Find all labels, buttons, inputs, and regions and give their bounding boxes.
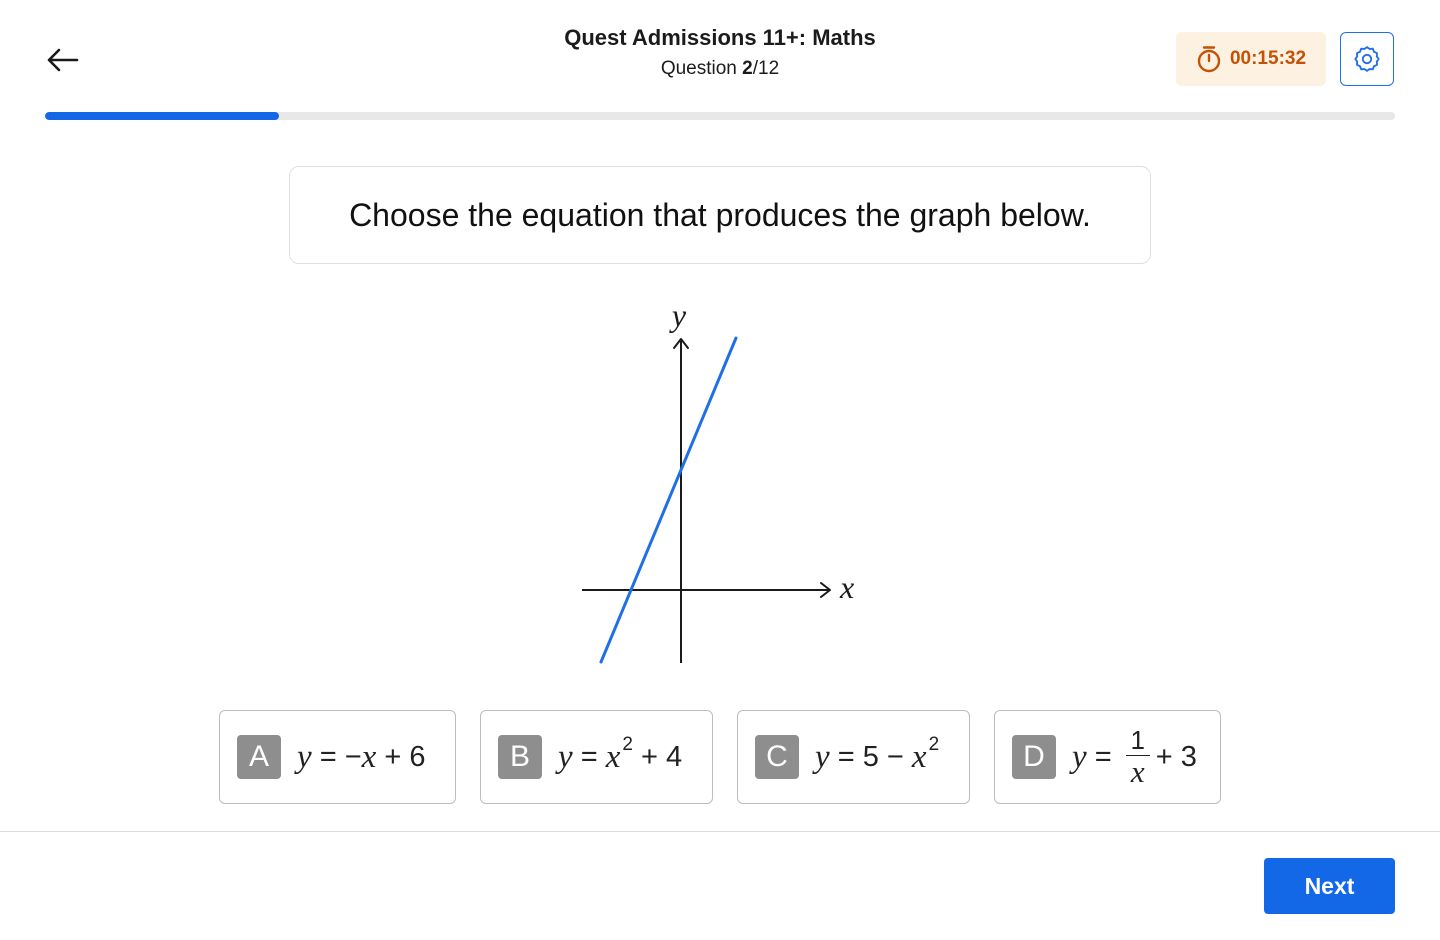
progress-bar-fill xyxy=(45,112,280,120)
choice-a-equation: y = − x + 6 xyxy=(297,739,426,776)
choice-c-lead: 5 − xyxy=(862,740,912,773)
choice-c-equals: = xyxy=(829,740,863,773)
choice-a-minus: − xyxy=(344,740,362,773)
footer-divider xyxy=(0,831,1440,832)
question-counter: Question 2/12 xyxy=(420,56,1020,82)
choice-b[interactable]: B y = x2 + 4 xyxy=(480,710,713,804)
choice-d-numerator: 1 xyxy=(1130,724,1145,755)
timer-badge: 00:15:32 xyxy=(1176,32,1326,86)
choice-b-rest: + 4 xyxy=(632,740,683,773)
graph: y x xyxy=(582,297,854,664)
choice-a-equals: = xyxy=(311,740,345,773)
choice-a-rest: + 6 xyxy=(376,740,426,773)
arrow-left-icon xyxy=(47,48,79,72)
x-axis-label: x xyxy=(839,569,854,605)
choice-c-exponent: 2 xyxy=(928,734,940,755)
settings-button[interactable] xyxy=(1340,32,1394,86)
choice-a-letter: A xyxy=(237,735,281,779)
choice-d-denominator: x xyxy=(1130,754,1145,790)
graph-line xyxy=(599,336,738,664)
choice-b-y: y xyxy=(558,738,573,775)
gear-icon xyxy=(1354,46,1380,72)
choice-d[interactable]: D y = 1 x + 3 xyxy=(994,710,1221,804)
choice-c-x: x xyxy=(911,738,927,775)
choice-a[interactable]: A y = − x + 6 xyxy=(219,710,456,804)
choice-c-y: y xyxy=(815,738,830,775)
choice-b-exponent: 2 xyxy=(622,734,633,755)
choice-a-x: x xyxy=(361,738,377,775)
choice-b-letter: B xyxy=(498,735,542,779)
choice-d-y: y xyxy=(1072,738,1087,775)
question-prompt-box: Choose the equation that produces the gr… xyxy=(289,166,1151,264)
stopwatch-icon xyxy=(1197,46,1221,73)
choice-b-x: x xyxy=(605,738,621,775)
question-counter-prefix: Question xyxy=(660,58,743,79)
choice-d-fraction: 1 x xyxy=(1125,724,1150,790)
question-counter-total: /12 xyxy=(752,58,780,79)
back-button[interactable] xyxy=(40,40,84,80)
choice-c[interactable]: C y = 5 − x2 xyxy=(737,710,970,804)
choice-d-letter: D xyxy=(1012,735,1056,779)
choice-c-letter: C xyxy=(755,735,799,779)
next-button[interactable]: Next xyxy=(1264,858,1395,914)
choice-b-equals: = xyxy=(572,740,606,773)
choice-d-equation: y = 1 x + 3 xyxy=(1072,727,1197,788)
timer-value: 00:15:32 xyxy=(1229,48,1307,69)
choice-d-equals: = xyxy=(1086,740,1120,773)
choice-d-rest: + 3 xyxy=(1155,740,1197,773)
question-counter-current: 2 xyxy=(742,58,753,79)
choice-c-equation: y = 5 − x2 xyxy=(815,734,939,776)
y-axis-label: y xyxy=(669,297,687,333)
answer-choices: A y = − x + 6 B y = x2 + 4 C y = 5 − x2 D… xyxy=(219,710,1221,804)
choice-b-equation: y = x2 + 4 xyxy=(558,734,683,776)
question-prompt: Choose the equation that produces the gr… xyxy=(349,196,1091,233)
progress-bar xyxy=(45,112,1395,120)
choice-a-y: y xyxy=(297,738,312,775)
header-title-block: Quest Admissions 11+: Maths Question 2/1… xyxy=(420,24,1020,82)
quiz-title: Quest Admissions 11+: Maths xyxy=(564,25,876,50)
